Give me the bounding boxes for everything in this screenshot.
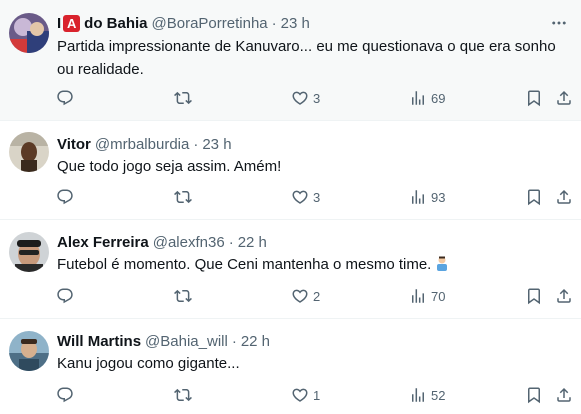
share-icon	[555, 386, 573, 404]
tweet-card[interactable]: Will Martins @Bahia_will · 22 h Kanu jog…	[0, 319, 581, 414]
like-button[interactable]: 1	[291, 383, 320, 407]
views-count: 52	[431, 387, 446, 403]
tweet-header: Will Martins @Bahia_will · 22 h	[57, 331, 270, 351]
bookmark-button[interactable]	[525, 383, 543, 407]
retweet-icon	[174, 89, 192, 107]
timestamp[interactable]: 22 h	[238, 234, 267, 251]
tweet-header: I Ado Bahia @BoraPorretinha · 23 h	[57, 13, 310, 33]
reply-icon	[56, 188, 74, 206]
reply-feed: I Ado Bahia @BoraPorretinha · 23 h Partid…	[0, 0, 581, 414]
separator-dot: ·	[193, 135, 199, 153]
views-chart-icon	[409, 188, 427, 206]
retweet-button[interactable]	[174, 284, 196, 308]
tweet-text: Partida impressionante de Kanuvaro... eu…	[57, 38, 556, 78]
views-button[interactable]: 93	[409, 185, 445, 209]
share-button[interactable]	[555, 383, 573, 407]
share-icon	[555, 188, 573, 206]
share-icon	[555, 89, 573, 107]
tweet-card[interactable]: I Ado Bahia @BoraPorretinha · 23 h Partid…	[0, 0, 581, 121]
avatar[interactable]	[9, 13, 49, 53]
tweet-actions: 1 52	[50, 383, 581, 407]
tweet-header: Alex Ferreira @alexfn36 · 22 h	[57, 232, 267, 252]
views-chart-icon	[409, 287, 427, 305]
share-icon	[555, 287, 573, 305]
bookmark-button[interactable]	[525, 284, 543, 308]
bahia-a-badge-icon: A	[63, 14, 81, 32]
separator-dot: ·	[231, 332, 237, 350]
tweet-card[interactable]: Alex Ferreira @alexfn36 · 22 h Futebol é…	[0, 220, 581, 319]
share-button[interactable]	[555, 86, 573, 110]
display-name[interactable]: Will Martins	[57, 333, 141, 350]
views-count: 70	[431, 288, 446, 304]
tweet-actions: 3 69	[50, 86, 581, 110]
bookmark-icon	[525, 386, 543, 404]
bookmark-button[interactable]	[525, 185, 543, 209]
reply-button[interactable]	[56, 383, 78, 407]
views-count: 93	[431, 189, 446, 205]
timestamp[interactable]: 22 h	[241, 333, 270, 350]
bookmark-icon	[525, 188, 543, 206]
avatar[interactable]	[9, 331, 49, 371]
views-count: 69	[431, 90, 446, 106]
user-handle[interactable]: @Bahia_will	[145, 333, 228, 350]
like-count: 2	[313, 288, 321, 304]
avatar[interactable]	[9, 132, 49, 172]
separator-dot: ·	[271, 14, 277, 32]
reply-icon	[56, 287, 74, 305]
views-chart-icon	[409, 89, 427, 107]
avatar[interactable]	[9, 232, 49, 272]
reply-button[interactable]	[56, 86, 78, 110]
heart-icon	[291, 89, 309, 107]
user-handle[interactable]: @alexfn36	[153, 234, 225, 251]
retweet-icon	[174, 287, 192, 305]
retweet-button[interactable]	[174, 185, 196, 209]
man-tipping-hand-emoji-icon	[437, 256, 448, 271]
tweet-header: Vitor @mrbalburdia · 23 h	[57, 134, 232, 154]
user-handle[interactable]: @BoraPorretinha	[152, 15, 268, 32]
share-button[interactable]	[555, 284, 573, 308]
reply-icon	[56, 386, 74, 404]
reply-button[interactable]	[56, 284, 78, 308]
tweet-actions: 2 70	[50, 284, 581, 308]
views-button[interactable]: 52	[409, 383, 445, 407]
like-count: 1	[313, 387, 321, 403]
more-icon[interactable]	[549, 13, 569, 33]
tweet-text: Kanu jogou como gigante...	[57, 355, 240, 372]
reply-icon	[56, 89, 74, 107]
tweet-text: Que todo jogo seja assim. Amém!	[57, 158, 282, 175]
retweet-icon	[174, 386, 192, 404]
bookmark-button[interactable]	[525, 86, 543, 110]
heart-icon	[291, 287, 309, 305]
views-chart-icon	[409, 386, 427, 404]
display-name-prefix: I	[57, 14, 62, 32]
display-name[interactable]: I Ado Bahia	[57, 14, 148, 32]
reply-button[interactable]	[56, 185, 78, 209]
share-button[interactable]	[555, 185, 573, 209]
display-name[interactable]: Vitor	[57, 136, 91, 153]
views-button[interactable]: 70	[409, 284, 445, 308]
like-button[interactable]: 3	[291, 185, 320, 209]
tweet-actions: 3 93	[50, 185, 581, 209]
retweet-icon	[174, 188, 192, 206]
bookmark-icon	[525, 287, 543, 305]
like-count: 3	[313, 90, 321, 106]
timestamp[interactable]: 23 h	[202, 136, 231, 153]
tweet-card[interactable]: Vitor @mrbalburdia · 23 h Que todo jogo …	[0, 121, 581, 220]
separator-dot: ·	[228, 233, 234, 251]
like-button[interactable]: 3	[291, 86, 320, 110]
display-name-text: do Bahia	[84, 14, 148, 32]
heart-icon	[291, 386, 309, 404]
user-handle[interactable]: @mrbalburdia	[95, 136, 189, 153]
views-button[interactable]: 69	[409, 86, 445, 110]
bookmark-icon	[525, 89, 543, 107]
retweet-button[interactable]	[174, 86, 196, 110]
heart-icon	[291, 188, 309, 206]
like-button[interactable]: 2	[291, 284, 320, 308]
like-count: 3	[313, 189, 321, 205]
tweet-text-body: Futebol é momento. Que Ceni mantenha o m…	[57, 256, 432, 273]
timestamp[interactable]: 23 h	[281, 15, 310, 32]
retweet-button[interactable]	[174, 383, 196, 407]
display-name[interactable]: Alex Ferreira	[57, 234, 149, 251]
tweet-text: Futebol é momento. Que Ceni mantenha o m…	[57, 253, 567, 276]
